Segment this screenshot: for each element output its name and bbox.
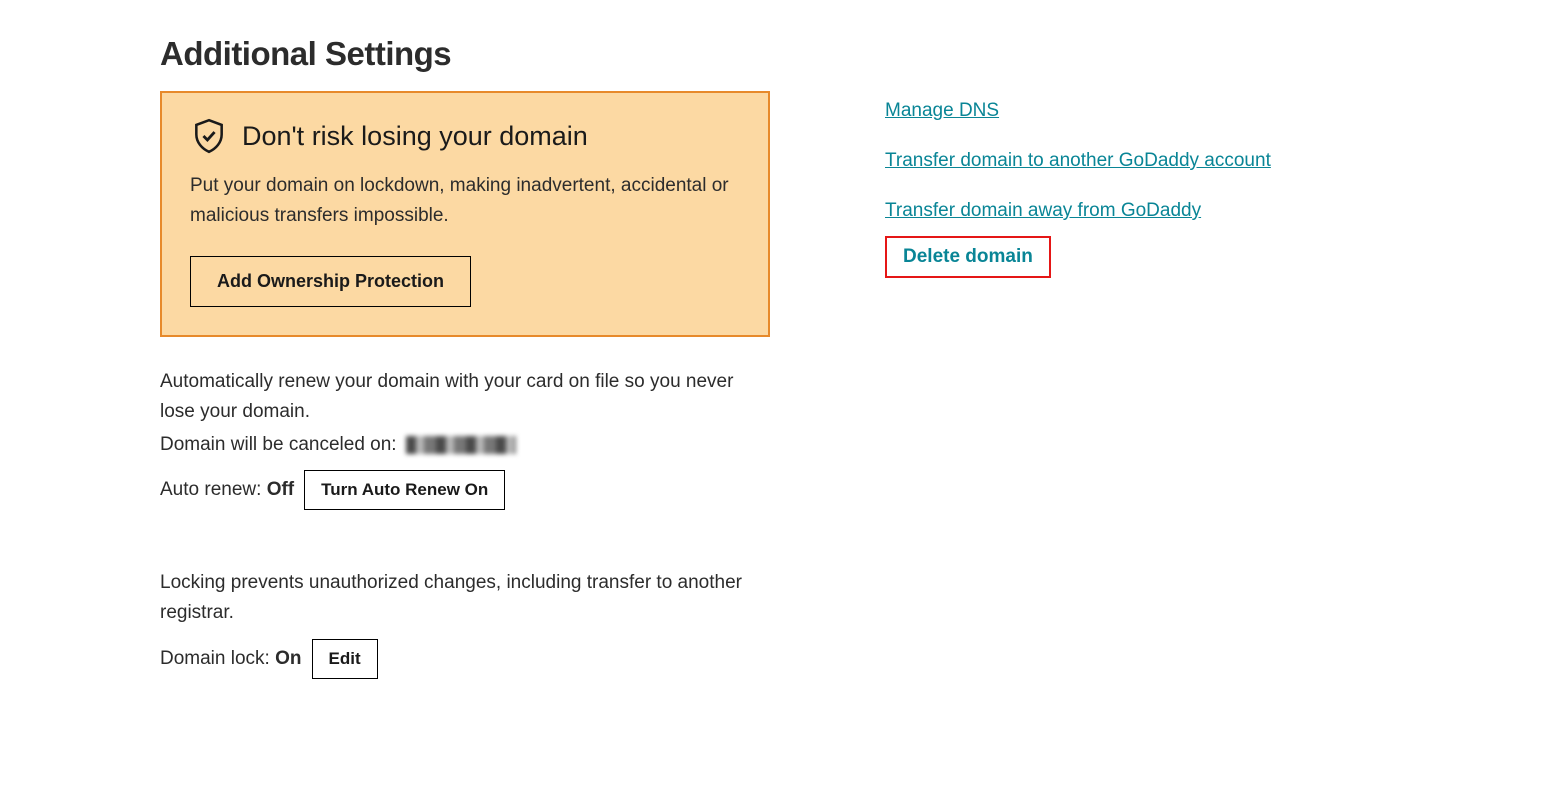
delete-domain-highlight: Delete domain: [885, 236, 1051, 278]
domain-lock-description: Locking prevents unauthorized changes, i…: [160, 568, 770, 629]
delete-domain-button[interactable]: Delete domain: [903, 246, 1033, 267]
edit-domain-lock-button[interactable]: Edit: [312, 639, 378, 679]
transfer-to-godaddy-account-link[interactable]: Transfer domain to another GoDaddy accou…: [885, 150, 1271, 172]
domain-lock-status: On: [275, 648, 301, 669]
ownership-protection-promo: Don't risk losing your domain Put your d…: [160, 91, 770, 337]
auto-renew-label: Auto renew: Off: [160, 479, 294, 501]
auto-renew-description: Automatically renew your domain with you…: [160, 367, 770, 428]
promo-description: Put your domain on lockdown, making inad…: [190, 171, 740, 232]
cancel-date-prefix: Domain will be canceled on:: [160, 434, 397, 455]
add-ownership-protection-button[interactable]: Add Ownership Protection: [190, 256, 471, 307]
domain-lock-label: Domain lock: On: [160, 648, 302, 670]
cancel-date-line: Domain will be canceled on:: [160, 430, 770, 460]
auto-renew-status: Off: [267, 479, 294, 500]
auto-renew-section: Automatically renew your domain with you…: [160, 367, 770, 510]
transfer-away-from-godaddy-link[interactable]: Transfer domain away from GoDaddy: [885, 200, 1201, 222]
promo-title: Don't risk losing your domain: [242, 121, 588, 152]
manage-dns-link[interactable]: Manage DNS: [885, 100, 999, 122]
cancel-date-redacted: [406, 436, 516, 454]
turn-auto-renew-on-button[interactable]: Turn Auto Renew On: [304, 470, 505, 510]
domain-lock-section: Locking prevents unauthorized changes, i…: [160, 568, 770, 679]
shield-check-icon: [190, 117, 228, 155]
page-title: Additional Settings: [160, 35, 770, 73]
